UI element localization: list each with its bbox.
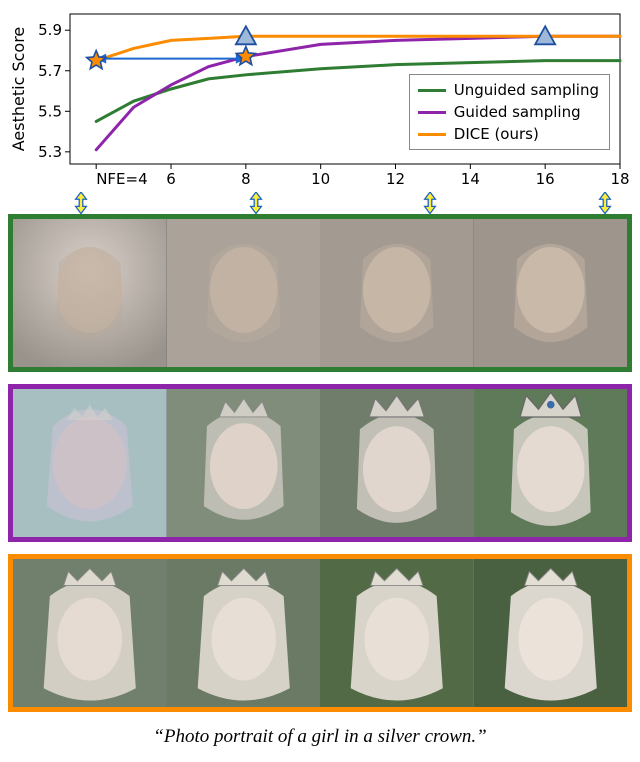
svg-text:12: 12 bbox=[386, 170, 405, 188]
updown-arrow-icon bbox=[421, 193, 439, 213]
sample-image bbox=[13, 559, 167, 707]
svg-text:5.7: 5.7 bbox=[38, 62, 62, 80]
legend-swatch bbox=[418, 89, 446, 92]
sample-image bbox=[167, 559, 321, 707]
legend-label: DICE (ours) bbox=[454, 125, 539, 143]
legend-item: DICE (ours) bbox=[418, 123, 599, 145]
svg-text:8: 8 bbox=[241, 170, 251, 188]
svg-text:5.5: 5.5 bbox=[38, 102, 62, 120]
legend-item: Unguided sampling bbox=[418, 79, 599, 101]
chart-legend: Unguided sampling Guided sampling DICE (… bbox=[409, 74, 610, 150]
svg-text:14: 14 bbox=[461, 170, 480, 188]
legend-label: Guided sampling bbox=[454, 103, 581, 121]
svg-text:5.9: 5.9 bbox=[38, 21, 62, 39]
sample-image bbox=[474, 389, 628, 537]
svg-text:NFE=4: NFE=4 bbox=[96, 170, 147, 188]
sample-image bbox=[320, 219, 474, 367]
image-row-guided bbox=[8, 384, 632, 542]
svg-text:6: 6 bbox=[166, 170, 176, 188]
legend-item: Guided sampling bbox=[418, 101, 599, 123]
svg-text:10: 10 bbox=[311, 170, 330, 188]
sample-image bbox=[167, 219, 321, 367]
figure-container: 5.3 5.5 5.7 5.9 NFE=4 6 8 10 12 14 16 18 Aesthetic S… bbox=[0, 0, 640, 754]
sample-image bbox=[167, 389, 321, 537]
image-row-unguided bbox=[8, 214, 632, 372]
sample-image bbox=[320, 389, 474, 537]
sample-image bbox=[13, 389, 167, 537]
legend-swatch bbox=[418, 133, 446, 136]
legend-label: Unguided sampling bbox=[454, 81, 599, 99]
sample-image bbox=[474, 219, 628, 367]
aesthetic-score-chart: 5.3 5.5 5.7 5.9 NFE=4 6 8 10 12 14 16 18 Aesthetic S… bbox=[8, 6, 632, 192]
prompt-caption: “Photo portrait of a girl in a silver cr… bbox=[8, 724, 632, 754]
svg-text:5.3: 5.3 bbox=[38, 143, 62, 161]
updown-arrow-icon bbox=[72, 193, 90, 213]
legend-swatch bbox=[418, 111, 446, 114]
column-arrow-row bbox=[8, 192, 632, 214]
svg-text:Aesthetic Score: Aesthetic Score bbox=[9, 27, 28, 152]
svg-text:16: 16 bbox=[536, 170, 555, 188]
svg-text:18: 18 bbox=[610, 170, 629, 188]
sample-image bbox=[13, 219, 167, 367]
updown-arrow-icon bbox=[247, 193, 265, 213]
sample-image bbox=[320, 559, 474, 707]
image-row-dice bbox=[8, 554, 632, 712]
sample-image bbox=[474, 559, 628, 707]
updown-arrow-icon bbox=[596, 193, 614, 213]
